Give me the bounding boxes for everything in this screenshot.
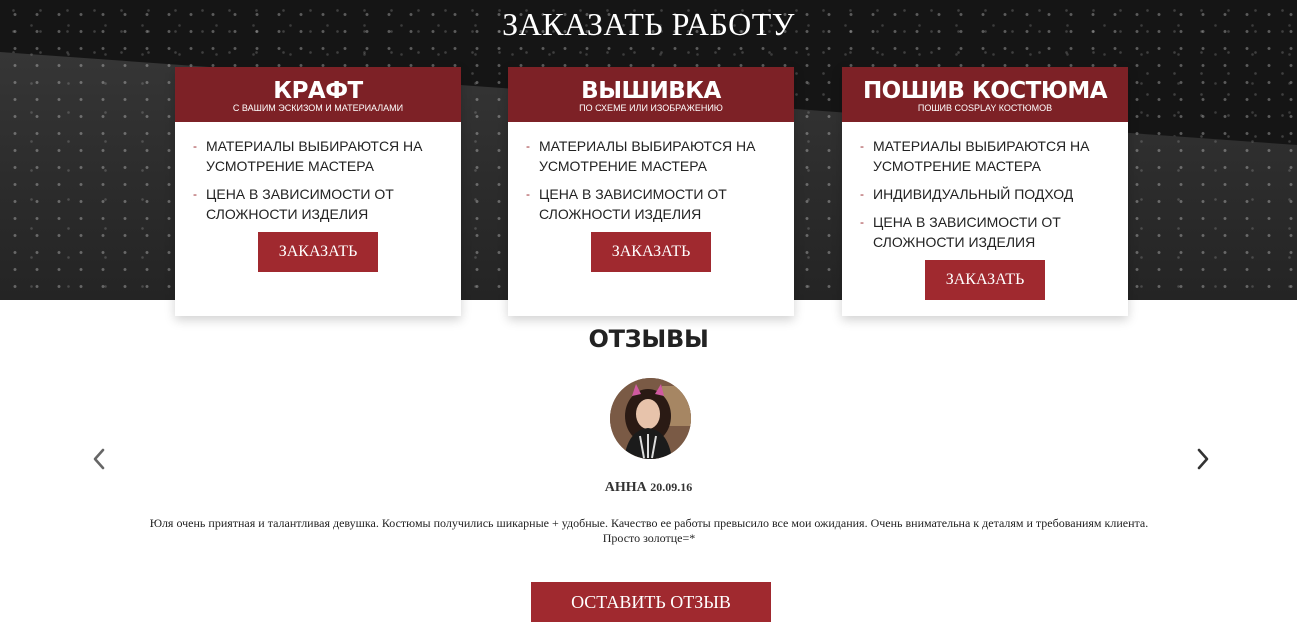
card-features: - МАТЕРИАЛЫ ВЫБИРАЮТСЯ НА УСМОТРЕНИЕ МАСТ… bbox=[842, 122, 1128, 252]
chevron-left-icon bbox=[93, 448, 105, 470]
order-button-costume[interactable]: ЗАКАЗАТЬ bbox=[925, 260, 1045, 300]
feature-item: - МАТЕРИАЛЫ ВЫБИРАЮТСЯ НА УСМОТРЕНИЕ МАСТ… bbox=[860, 136, 1108, 176]
service-card-craft: КРАФТ С ВАШИМ ЭСКИЗОМ И МАТЕРИАЛАМИ - МАТ… bbox=[175, 67, 461, 316]
card-title: ПОШИВ КОСТЮМА bbox=[862, 78, 1108, 104]
dash-bullet: - bbox=[860, 187, 864, 201]
card-subtitle: ПОШИВ COSPLAY КОСТЮМОВ bbox=[917, 103, 1053, 113]
card-title: ВЫШИВКА bbox=[581, 78, 721, 104]
dash-bullet: - bbox=[860, 215, 864, 229]
dash-bullet: - bbox=[193, 187, 197, 201]
feature-text: ЦЕНА В ЗАВИСИМОСТИ ОТ СЛОЖНОСТИ ИЗДЕЛИЯ bbox=[206, 186, 394, 222]
dash-bullet: - bbox=[526, 187, 530, 201]
feature-item: - ЦЕНА В ЗАВИСИМОСТИ ОТ СЛОЖНОСТИ ИЗДЕЛИЯ bbox=[526, 184, 774, 224]
feature-item: - ЦЕНА В ЗАВИСИМОСТИ ОТ СЛОЖНОСТИ ИЗДЕЛИЯ bbox=[193, 184, 441, 224]
order-button-craft[interactable]: ЗАКАЗАТЬ bbox=[258, 232, 378, 272]
reviews-title: ОТЗЫВЫ bbox=[588, 325, 709, 353]
dash-bullet: - bbox=[526, 139, 530, 153]
feature-item: - МАТЕРИАЛЫ ВЫБИРАЮТСЯ НА УСМОТРЕНИЕ МАСТ… bbox=[193, 136, 441, 176]
feature-text: ЦЕНА В ЗАВИСИМОСТИ ОТ СЛОЖНОСТИ ИЗДЕЛИЯ bbox=[539, 186, 727, 222]
service-card-embroidery: ВЫШИВКА ПО СХЕМЕ ИЛИ ИЗОБРАЖЕНИЮ - МАТЕРИ… bbox=[508, 67, 794, 316]
feature-text: МАТЕРИАЛЫ ВЫБИРАЮТСЯ НА УСМОТРЕНИЕ МАСТЕ… bbox=[206, 138, 423, 174]
feature-item: - ИНДИВИДУАЛЬНЫЙ ПОДХОД bbox=[860, 184, 1108, 204]
feature-text: ИНДИВИДУАЛЬНЫЙ ПОДХОД bbox=[873, 186, 1074, 202]
feature-text: МАТЕРИАЛЫ ВЫБИРАЮТСЯ НА УСМОТРЕНИЕ МАСТЕ… bbox=[539, 138, 756, 174]
feature-item: - МАТЕРИАЛЫ ВЫБИРАЮТСЯ НА УСМОТРЕНИЕ МАСТ… bbox=[526, 136, 774, 176]
order-button-embroidery[interactable]: ЗАКАЗАТЬ bbox=[591, 232, 711, 272]
leave-review-button[interactable]: ОСТАВИТЬ ОТЗЫВ bbox=[531, 582, 771, 622]
carousel-next-button[interactable] bbox=[1192, 448, 1214, 476]
reviewer-avatar bbox=[610, 378, 691, 459]
carousel-prev-button[interactable] bbox=[88, 448, 110, 476]
feature-item: - ЦЕНА В ЗАВИСИМОСТИ ОТ СЛОЖНОСТИ ИЗДЕЛИЯ bbox=[860, 212, 1108, 252]
order-section-title: ЗАКАЗАТЬ РАБОТУ bbox=[502, 6, 795, 42]
chevron-right-icon bbox=[1197, 448, 1209, 470]
card-subtitle: С ВАШИМ ЭСКИЗОМ И МАТЕРИАЛАМИ bbox=[232, 103, 404, 113]
card-subtitle: ПО СХЕМЕ ИЛИ ИЗОБРАЖЕНИЮ bbox=[579, 103, 723, 113]
review-meta: АННА 20.09.16 bbox=[0, 480, 1297, 496]
card-header: КРАФТ С ВАШИМ ЭСКИЗОМ И МАТЕРИАЛАМИ bbox=[175, 67, 461, 122]
avatar-photo bbox=[610, 378, 691, 459]
reviewer-name: АННА bbox=[604, 480, 647, 495]
dash-bullet: - bbox=[860, 139, 864, 153]
review-date: 20.09.16 bbox=[650, 480, 693, 494]
card-title: КРАФТ bbox=[273, 78, 363, 104]
feature-text: МАТЕРИАЛЫ ВЫБИРАЮТСЯ НА УСМОТРЕНИЕ МАСТЕ… bbox=[873, 138, 1090, 174]
card-features: - МАТЕРИАЛЫ ВЫБИРАЮТСЯ НА УСМОТРЕНИЕ МАСТ… bbox=[508, 122, 794, 224]
service-card-costume: ПОШИВ КОСТЮМА ПОШИВ COSPLAY КОСТЮМОВ - МА… bbox=[842, 67, 1128, 316]
feature-text: ЦЕНА В ЗАВИСИМОСТИ ОТ СЛОЖНОСТИ ИЗДЕЛИЯ bbox=[873, 214, 1061, 250]
review-text: Юля очень приятная и талантливая девушка… bbox=[149, 516, 1149, 545]
card-header: ВЫШИВКА ПО СХЕМЕ ИЛИ ИЗОБРАЖЕНИЮ bbox=[508, 67, 794, 122]
card-header: ПОШИВ КОСТЮМА ПОШИВ COSPLAY КОСТЮМОВ bbox=[842, 67, 1128, 122]
card-features: - МАТЕРИАЛЫ ВЫБИРАЮТСЯ НА УСМОТРЕНИЕ МАСТ… bbox=[175, 122, 461, 224]
dash-bullet: - bbox=[193, 139, 197, 153]
